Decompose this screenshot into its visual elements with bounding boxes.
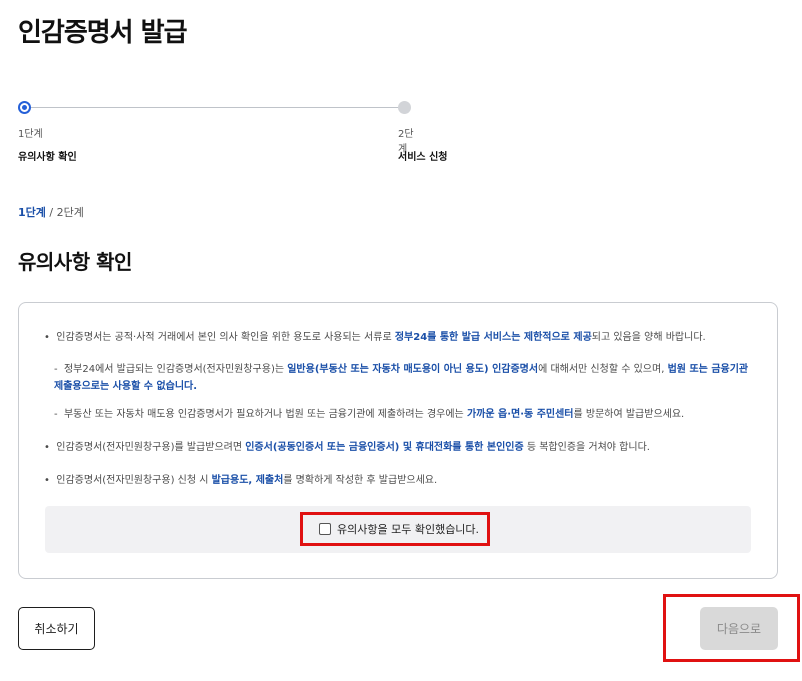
confirm-checkbox-text: 유의사항을 모두 확인했습니다. <box>337 523 480 536</box>
notice-5-text: 인감증명서(전자민원창구용) 신청 시 <box>56 475 212 486</box>
notice-3-emphasis: 가까운 읍·면·동 주민센터 <box>466 409 574 420</box>
notice-2-text: 정부24에서 발급되는 인감증명서(전자민원창구용)는 <box>63 364 288 375</box>
step-2-name: 서비스 신청 <box>398 152 448 163</box>
notice-item-2: • 인감증명서(전자민원창구용)를 발급받으려면 인증서(공동인증서 또는 금융… <box>44 442 650 453</box>
notice-4-text: 인감증명서(전자민원창구용)를 발급받으려면 <box>56 442 246 453</box>
stepper: 1단계 유의사항 확인 2단계 서비스 신청 <box>18 100 447 170</box>
step-1-name: 유의사항 확인 <box>18 152 77 163</box>
notice-2-text-mid: 에 대해서만 신청할 수 있으며, <box>538 364 668 375</box>
cancel-button[interactable]: 취소하기 <box>18 607 95 650</box>
step-1-indicator <box>18 101 31 114</box>
notice-item-3: • 인감증명서(전자민원창구용) 신청 시 발급용도, 제출처를 명확하게 작성… <box>44 475 438 486</box>
section-title: 유의사항 확인 <box>18 250 132 274</box>
notice-3-text-end: 를 방문하여 발급받으세요. <box>573 409 685 420</box>
step-1-number: 1단계 <box>18 129 43 140</box>
notice-3-text: 부동산 또는 자동차 매도용 인감증명서가 필요하거나 법원 또는 금융기관에 … <box>63 409 467 420</box>
confirm-area: 유의사항을 모두 확인했습니다. <box>45 506 751 553</box>
stepper-line <box>24 107 404 108</box>
notice-5-text-end: 를 명확하게 작성한 후 발급받으세요. <box>283 475 438 486</box>
confirm-checkbox[interactable] <box>319 523 331 535</box>
notice-2-emphasis: 일반용(부동산 또는 자동차 매도용이 아닌 용도) 인감증명서 <box>287 364 539 375</box>
next-button[interactable]: 다음으로 <box>700 607 778 650</box>
breadcrumb-current: 1단계 <box>18 206 46 219</box>
confirm-checkbox-label[interactable]: 유의사항을 모두 확인했습니다. <box>300 512 490 546</box>
breadcrumb-next: 2단계 <box>56 206 84 219</box>
notice-1-emphasis: 정부24를 통한 발급 서비스는 제한적으로 제공 <box>394 332 592 343</box>
breadcrumb: 1단계 / 2단계 <box>18 204 84 220</box>
notice-1-text: 인감증명서는 공적·사적 거래에서 본인 의사 확인을 위한 용도로 사용되는 … <box>56 332 395 343</box>
step-2-indicator <box>398 101 411 114</box>
page-title: 인감증명서 발급 <box>18 18 187 48</box>
notice-4-text-end: 등 복합인증을 거쳐야 합니다. <box>523 442 650 453</box>
notice-5-emphasis: 발급용도, 제출처 <box>211 475 284 486</box>
notice-4-emphasis: 인증서(공동인증서 또는 금융인증서) 및 휴대전화를 통한 본인인증 <box>245 442 524 453</box>
notice-item-1: • 인감증명서는 공적·사적 거래에서 본인 의사 확인을 위한 용도로 사용되… <box>44 332 706 343</box>
notice-box: • 인감증명서는 공적·사적 거래에서 본인 의사 확인을 위한 용도로 사용되… <box>18 302 778 579</box>
notice-1-text-end: 되고 있음을 양해 바랍니다. <box>591 332 706 343</box>
notice-sub-item-1: - 정부24에서 발급되는 인감증명서(전자민원창구용)는 일반용(부동산 또는… <box>54 364 749 392</box>
breadcrumb-separator: / <box>45 206 57 219</box>
notice-sub-item-2: - 부동산 또는 자동차 매도용 인감증명서가 필요하거나 법원 또는 금융기관… <box>54 409 685 420</box>
